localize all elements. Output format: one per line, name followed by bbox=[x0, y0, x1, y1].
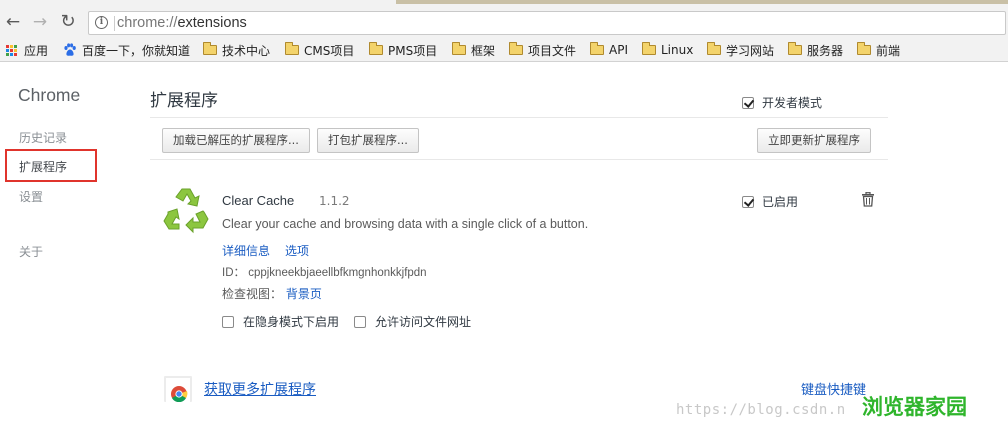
info-icon[interactable]: i bbox=[95, 16, 108, 29]
bookmark-folder[interactable]: 服务器 bbox=[788, 42, 843, 58]
bookmark-label: 学习网站 bbox=[726, 43, 775, 58]
forward-arrow-icon[interactable]: → bbox=[31, 13, 49, 31]
extension-enabled-toggle[interactable]: 已启用 bbox=[742, 193, 798, 210]
extension-version: 1.1.2 bbox=[319, 194, 350, 208]
bookmark-label: 应用 bbox=[24, 43, 49, 58]
bookmark-folder[interactable]: API bbox=[590, 42, 628, 58]
bookmark-label: 百度一下，你就知道 bbox=[82, 43, 191, 58]
developer-mode-toggle[interactable]: 开发者模式 bbox=[742, 94, 822, 111]
folder-icon bbox=[857, 42, 871, 55]
bookmark-label: Linux bbox=[661, 43, 694, 57]
file-urls-checkbox[interactable] bbox=[354, 315, 366, 328]
extension-name: Clear Cache bbox=[222, 193, 295, 208]
address-bar[interactable]: i chrome://extensions bbox=[88, 11, 1006, 35]
enabled-checkbox[interactable] bbox=[742, 195, 754, 208]
folder-icon bbox=[509, 42, 523, 55]
extension-id: ID： cppjkneekbjaeellbfkmgnhonkkjfpdn bbox=[222, 264, 427, 280]
developer-mode-checkbox[interactable] bbox=[742, 96, 754, 109]
bookmark-label: 服务器 bbox=[807, 43, 844, 58]
reload-icon[interactable]: ↻ bbox=[59, 13, 77, 31]
pack-extension-button[interactable]: 打包扩展程序... bbox=[317, 128, 419, 153]
extension-description: Clear your cache and browsing data with … bbox=[222, 217, 589, 231]
folder-icon bbox=[590, 42, 604, 55]
enabled-label: 已启用 bbox=[762, 195, 799, 209]
bookmark-folder[interactable]: 框架 bbox=[452, 42, 495, 58]
bookmark-folder[interactable]: 前端 bbox=[857, 42, 900, 58]
file-urls-label: 允许访问文件网址 bbox=[375, 315, 472, 329]
extension-details-link[interactable]: 详细信息 bbox=[222, 242, 270, 259]
file-urls-option[interactable]: 允许访问文件网址 bbox=[354, 313, 471, 330]
watermark-logo: 浏览器家园 bbox=[862, 395, 967, 419]
folder-icon bbox=[285, 42, 299, 55]
bookmark-folder[interactable]: 学习网站 bbox=[707, 42, 774, 58]
bookmarks-bar: 应用 百度一下，你就知道 技术中心 CMS项目 PMS项目 框架 项目文件 AP… bbox=[0, 38, 1008, 62]
developer-mode-label: 开发者模式 bbox=[762, 96, 823, 110]
incognito-label: 在隐身模式下启用 bbox=[243, 315, 340, 329]
address-url[interactable]: chrome://extensions bbox=[117, 15, 247, 31]
page-title: 扩展程序 bbox=[150, 91, 218, 110]
folder-icon bbox=[642, 42, 656, 55]
folder-icon bbox=[203, 42, 217, 55]
folder-icon bbox=[452, 42, 466, 55]
bookmark-label: CMS项目 bbox=[304, 43, 355, 58]
url-path: extensions bbox=[177, 15, 247, 31]
background-page-link[interactable]: 背景页 bbox=[286, 287, 322, 301]
address-divider bbox=[114, 16, 115, 31]
sidebar-item-history[interactable]: 历史记录 bbox=[19, 129, 67, 146]
bookmark-label: 框架 bbox=[471, 43, 496, 58]
bookmark-baidu[interactable]: 百度一下，你就知道 bbox=[63, 42, 190, 58]
bookmark-label: 前端 bbox=[876, 43, 901, 58]
toolbar-divider bbox=[150, 159, 888, 160]
trash-icon[interactable] bbox=[861, 192, 875, 207]
bookmark-folder[interactable]: PMS项目 bbox=[369, 42, 437, 58]
bookmark-label: 项目文件 bbox=[528, 43, 577, 58]
sidebar-brand: Chrome bbox=[18, 85, 81, 105]
bookmark-folder[interactable]: CMS项目 bbox=[285, 42, 354, 58]
extension-id-value: cppjkneekbjaeellbfkmgnhonkkjfpdn bbox=[248, 267, 427, 279]
load-unpacked-button[interactable]: 加载已解压的扩展程序... bbox=[162, 128, 310, 153]
get-more-extensions-link[interactable]: 获取更多扩展程序 bbox=[204, 379, 316, 399]
bookmark-label: 技术中心 bbox=[222, 43, 271, 58]
watermark-url: https://blog.csdn.n bbox=[676, 402, 846, 418]
bookmark-label: PMS项目 bbox=[388, 43, 438, 58]
folder-icon bbox=[369, 42, 383, 55]
extension-inspect-views: 检查视图： 背景页 bbox=[222, 285, 322, 302]
folder-icon bbox=[788, 42, 802, 55]
update-extensions-button[interactable]: 立即更新扩展程序 bbox=[757, 128, 871, 153]
sidebar-item-extensions[interactable]: 扩展程序 bbox=[19, 158, 67, 175]
folder-icon bbox=[707, 42, 721, 55]
header-divider bbox=[150, 117, 888, 118]
incognito-option[interactable]: 在隐身模式下启用 bbox=[222, 313, 339, 330]
url-scheme: chrome:// bbox=[117, 15, 178, 31]
extension-id-label: ID： bbox=[222, 267, 245, 279]
extension-options-link[interactable]: 选项 bbox=[285, 242, 309, 259]
bookmark-folder[interactable]: 技术中心 bbox=[203, 42, 270, 58]
bookmark-folder[interactable]: 项目文件 bbox=[509, 42, 576, 58]
sidebar-item-settings[interactable]: 设置 bbox=[19, 188, 43, 205]
recycle-icon bbox=[163, 188, 209, 234]
back-arrow-icon[interactable]: ← bbox=[4, 13, 22, 31]
keyboard-shortcuts-link[interactable]: 键盘快捷键 bbox=[801, 379, 866, 398]
sidebar-item-about[interactable]: 关于 bbox=[19, 243, 43, 260]
chrome-web-store-icon bbox=[164, 376, 192, 402]
bookmark-label: API bbox=[609, 43, 628, 57]
baidu-paw-icon bbox=[64, 43, 76, 56]
apps-grid-icon bbox=[6, 44, 17, 56]
inspect-views-label: 检查视图： bbox=[222, 287, 283, 301]
bookmark-folder[interactable]: Linux bbox=[642, 42, 693, 58]
bookmark-apps[interactable]: 应用 bbox=[6, 42, 48, 58]
browser-toolbar: ← → ↻ i chrome://extensions bbox=[0, 4, 1008, 38]
incognito-checkbox[interactable] bbox=[222, 315, 234, 328]
